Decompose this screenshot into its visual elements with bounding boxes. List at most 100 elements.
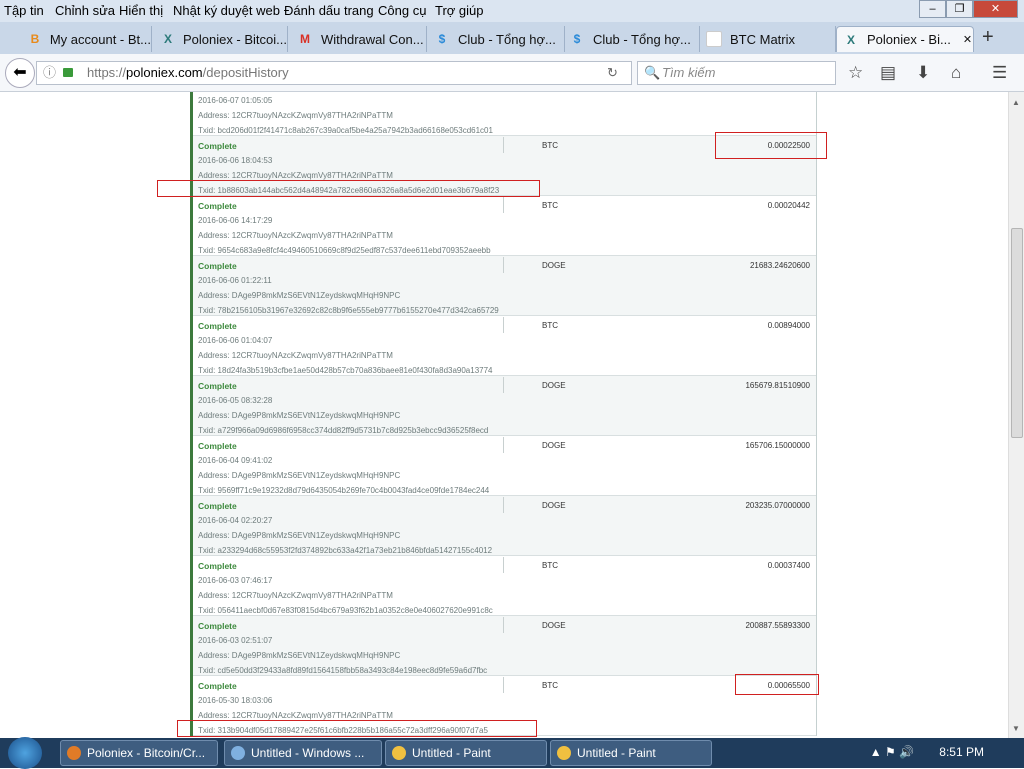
reload-icon[interactable]: ↻ <box>607 62 618 84</box>
browser-tab[interactable]: $ Club - Tổng hợ... <box>563 26 700 52</box>
deposit-txid: Txid: 18d24fa3b519b3cfbe1ae50d428b57cb70… <box>198 366 493 375</box>
deposit-row: Complete BTC 0.00037400 2016-06-03 07:46:17… <box>193 556 816 616</box>
vertical-scrollbar[interactable]: ▲ ▼ <box>1008 92 1024 738</box>
deposit-address: Address: DAge9P8mkMzS6EVtN1ZeydskwqMHqH9… <box>198 651 401 660</box>
deposit-row: Complete BTC 0.00894000 2016-06-06 01:04:07… <box>193 316 816 376</box>
tab-title: Poloniex - Bitcoi... <box>182 31 287 47</box>
amount: 200887.55893300 <box>745 621 810 630</box>
deposit-row: Complete DOGE 165679.81510900 2016-06-05 08… <box>193 376 816 436</box>
deposit-txid: Txid: a233294d68c55953f2fd374892bc633a42… <box>198 546 493 555</box>
tab-title: Poloniex - Bi... <box>867 32 951 47</box>
deposit-date: 2016-06-04 02:20:27 <box>198 516 273 525</box>
scroll-up-arrow[interactable]: ▲ <box>1012 98 1020 107</box>
tab-favicon-icon: $ <box>438 32 446 46</box>
tab-close-icon[interactable]: ✕ <box>963 33 972 46</box>
deposit-address: Address: DAge9P8mkMzS6EVtN1ZeydskwqMHqH9… <box>198 411 401 420</box>
menu-item[interactable]: Đánh dấu trang <box>284 3 374 18</box>
menu-item[interactable]: Trợ giúp <box>435 3 484 18</box>
menu-item[interactable]: Nhật ký duyệt web <box>173 3 280 18</box>
search-input[interactable]: 🔍 Tìm kiếm <box>637 61 836 85</box>
status-label: Complete <box>198 141 237 151</box>
currency: DOGE <box>542 261 566 270</box>
browser-tab[interactable]: B My account - Bt... <box>22 26 152 52</box>
browser-tab[interactable]: $ Club - Tổng hợ... <box>428 26 565 52</box>
column-divider <box>503 677 504 693</box>
deposit-row: Complete DOGE 165706.15000000 2016-06-04 09… <box>193 436 816 496</box>
deposit-txid: Txid: 9654c683a9e8fcf4c49460510669c8f9d2… <box>198 246 491 255</box>
new-tab-button[interactable]: + <box>982 26 994 49</box>
browser-tab[interactable]: BTC Matrix <box>700 26 836 52</box>
minimize-button[interactable]: – <box>919 0 946 18</box>
deposit-txid: Txid: 9569ff71c9e19232d8d79d6435054b269f… <box>198 486 490 495</box>
deposit-address: Address: 12CR7tuoyNAzcKZwqmVy87THA2riNPa… <box>198 231 393 240</box>
tab-bar: B My account - Bt... X Poloniex - Bitcoi...… <box>0 22 1024 54</box>
deposit-address: Address: 12CR7tuoyNAzcKZwqmVy87THA2riNPa… <box>198 351 393 360</box>
column-divider <box>503 617 504 633</box>
status-label: Complete <box>198 201 237 211</box>
amount: 0.00894000 <box>767 321 810 330</box>
deposit-row: Complete BTC 0.00022500 2016-06-06 18:04:53… <box>193 136 816 196</box>
taskbar-button[interactable]: Untitled - Paint <box>550 740 712 766</box>
deposit-txid: Txid: 78b2156105b31967e32692c82c8b9f6e55… <box>198 306 499 315</box>
tab-favicon-icon: $ <box>573 32 581 46</box>
amount: 203235.07000000 <box>745 501 810 510</box>
start-button[interactable] <box>8 737 42 769</box>
taskbar-button[interactable]: Untitled - Windows ... <box>224 740 382 766</box>
download-icon[interactable]: ⬇ <box>916 63 930 83</box>
url-prefix: https:// <box>87 65 127 80</box>
deposit-address: Address: DAge9P8mkMzS6EVtN1ZeydskwqMHqH9… <box>198 291 401 300</box>
deposit-txid: Txid: 056411aecbf0d67e83f0815d4bc679a93f… <box>198 606 493 615</box>
taskbar-button[interactable]: Untitled - Paint <box>385 740 547 766</box>
scrollbar-thumb[interactable] <box>1011 228 1023 438</box>
deposit-date: 2016-06-04 09:41:02 <box>198 456 273 465</box>
deposit-address: Address: DAge9P8mkMzS6EVtN1ZeydskwqMHqH9… <box>198 531 401 540</box>
taskbar-app-icon <box>392 746 406 760</box>
reading-list-icon[interactable]: ▤ <box>880 63 896 83</box>
tab-favicon-icon: M <box>300 32 310 46</box>
deposit-row: Complete BTC 0.00020442 2016-06-06 14:17:29… <box>193 196 816 256</box>
url-bar[interactable]: ⓘ https://poloniex.com/depositHistory ↻ <box>36 61 632 85</box>
menu-icon[interactable]: ☰ <box>992 63 1007 83</box>
menu-item[interactable]: Hiển thị <box>119 3 163 18</box>
amount: 0.00022500 <box>767 141 810 150</box>
bookmark-star-icon[interactable]: ☆ <box>848 63 863 83</box>
column-divider <box>503 137 504 153</box>
deposit-txid: Txid: a729f966a09d6986f6958cc374dd82ff9d… <box>198 426 489 435</box>
column-divider <box>503 197 504 213</box>
browser-tab[interactable]: X Poloniex - Bi... ✕ <box>836 26 974 52</box>
amount: 165679.81510900 <box>745 381 810 390</box>
column-divider <box>503 437 504 453</box>
search-placeholder: Tìm kiếm <box>662 65 716 80</box>
tab-favicon-icon: X <box>846 32 855 47</box>
taskbar-label: Untitled - Paint <box>577 746 656 760</box>
browser-tab[interactable]: X Poloniex - Bitcoi... <box>155 26 288 52</box>
search-icon: 🔍 <box>644 65 661 80</box>
menu-item[interactable]: Công cụ <box>378 3 426 18</box>
status-label: Complete <box>198 441 237 451</box>
amount: 165706.15000000 <box>745 441 810 450</box>
url-host: poloniex.com <box>126 65 203 80</box>
scroll-down-arrow[interactable]: ▼ <box>1012 724 1020 733</box>
clock: 8:51 PM <box>939 745 984 759</box>
tab-title: Club - Tổng hợ... <box>458 31 556 47</box>
info-icon[interactable]: ⓘ <box>43 62 56 84</box>
deposit-txid: Txid: 313b904df05d17889427e25f61c6bfb228… <box>198 726 488 735</box>
home-icon[interactable]: ⌂ <box>951 63 961 83</box>
system-tray-icons[interactable]: ▲ ⚑ 🔊 <box>870 745 914 759</box>
currency: DOGE <box>542 501 566 510</box>
menu-item[interactable]: Chỉnh sửa <box>55 3 115 18</box>
tab-favicon-icon: B <box>30 32 40 46</box>
status-label: Complete <box>198 621 237 631</box>
currency: BTC <box>542 681 558 690</box>
url-path: /depositHistory <box>202 65 289 80</box>
back-button[interactable]: ⬅ <box>5 58 35 88</box>
status-label: Complete <box>198 681 237 691</box>
status-label: Complete <box>198 321 237 331</box>
deposit-row: Complete DOGE 203235.07000000 2016-06-04 02… <box>193 496 816 556</box>
menu-item[interactable]: Tập tin <box>4 3 44 18</box>
close-window-button[interactable]: ✕ <box>973 0 1018 18</box>
deposit-row: 2016-06-07 01:05:05 Address: 12CR7tuoyNAz… <box>193 92 816 136</box>
restore-button[interactable]: ❐ <box>946 0 973 18</box>
browser-tab[interactable]: M Withdrawal Con... <box>291 26 427 52</box>
taskbar-button[interactable]: Poloniex - Bitcoin/Cr... <box>60 740 218 766</box>
